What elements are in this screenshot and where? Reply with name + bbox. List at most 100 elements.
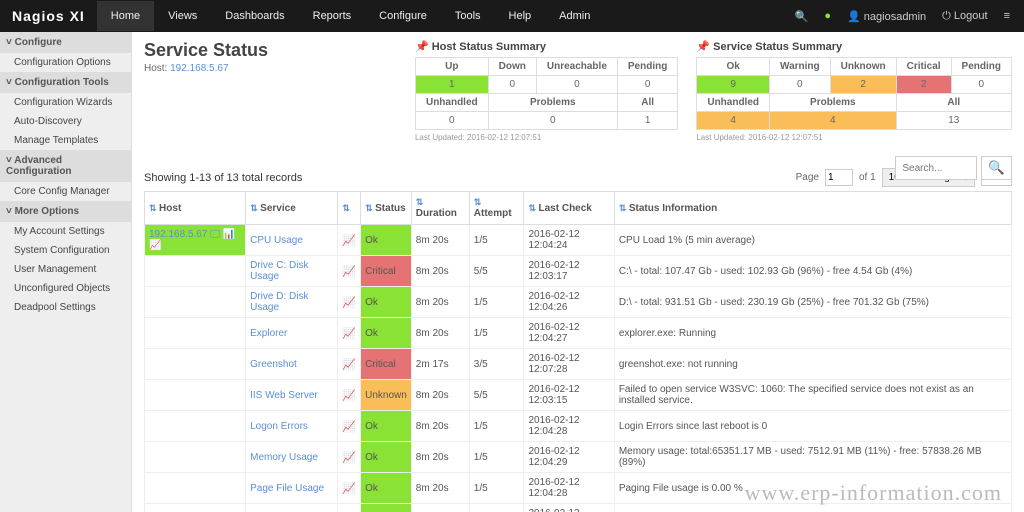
sidebar-head[interactable]: Configure: [0, 32, 131, 53]
service-cell[interactable]: Memory Usage: [246, 442, 338, 473]
service-action-cell[interactable]: 📈: [338, 442, 361, 473]
sidebar-item[interactable]: System Configuration: [0, 241, 131, 260]
service-cell[interactable]: Greenshot: [246, 349, 338, 380]
service-action-cell[interactable]: 📈: [338, 256, 361, 287]
chart-icon: 📈: [342, 359, 356, 371]
status-cell: Ok: [361, 225, 412, 256]
status-cell: Ok: [361, 504, 412, 512]
nav-configure[interactable]: Configure: [365, 1, 441, 31]
service-cell[interactable]: Drive C: Disk Usage: [246, 256, 338, 287]
col-header[interactable]: Attempt: [469, 192, 524, 225]
nav-admin[interactable]: Admin: [545, 1, 604, 31]
host-cell[interactable]: [145, 287, 246, 318]
service-cell[interactable]: Logon Errors: [246, 411, 338, 442]
host-cell[interactable]: [145, 411, 246, 442]
lastcheck-cell: 2016-02-12 12:04:28: [524, 411, 614, 442]
attempt-cell: 1/5: [469, 442, 524, 473]
search-icon[interactable]: 🔍: [795, 10, 809, 23]
page-input[interactable]: [825, 169, 853, 186]
service-action-cell[interactable]: 📈: [338, 349, 361, 380]
search-input[interactable]: [895, 156, 977, 180]
chart-icon: 📈: [342, 452, 356, 464]
sidebar-item[interactable]: Manage Templates: [0, 131, 131, 150]
chart-icon: 📈: [342, 483, 356, 495]
nav-views[interactable]: Views: [154, 1, 211, 31]
host-status-summary: 📌 Host Status Summary UpDownUnreachableP…: [415, 40, 678, 142]
duration-cell: 8m 20s: [411, 318, 469, 349]
host-cell[interactable]: 192.168.5.67 🖵 📊 📈: [145, 225, 246, 256]
info-cell: C:\ - total: 107.47 Gb - used: 102.93 Gb…: [614, 256, 1011, 287]
host-cell[interactable]: [145, 504, 246, 512]
table-row: Explorer📈Ok8m 20s1/52016-02-12 12:04:27e…: [145, 318, 1012, 349]
sidebar-item[interactable]: Configuration Wizards: [0, 93, 131, 112]
sidebar-item[interactable]: My Account Settings: [0, 222, 131, 241]
table-row: IIS Web Server📈Unknown8m 20s5/52016-02-1…: [145, 380, 1012, 411]
host-cell[interactable]: [145, 380, 246, 411]
service-cell[interactable]: Page File Usage: [246, 473, 338, 504]
nav-help[interactable]: Help: [495, 1, 546, 31]
lastcheck-cell: 2016-02-12 12:04:26: [524, 287, 614, 318]
status-cell: Critical: [361, 256, 412, 287]
service-cell[interactable]: IIS Web Server: [246, 380, 338, 411]
col-header[interactable]: Last Check: [524, 192, 614, 225]
nav-dashboards[interactable]: Dashboards: [211, 1, 298, 31]
host-cell[interactable]: [145, 349, 246, 380]
service-action-cell[interactable]: 📈: [338, 225, 361, 256]
col-header[interactable]: Host: [145, 192, 246, 225]
sidebar-item[interactable]: Core Config Manager: [0, 182, 131, 201]
info-cell: explorer.exe: Running: [614, 318, 1011, 349]
sidebar-item[interactable]: Auto-Discovery: [0, 112, 131, 131]
service-action-cell[interactable]: 📈: [338, 287, 361, 318]
logout-link[interactable]: ⏻ Logout: [942, 10, 987, 23]
service-action-cell[interactable]: 📈: [338, 411, 361, 442]
service-cell[interactable]: CPU Usage: [246, 225, 338, 256]
nav-tools[interactable]: Tools: [441, 1, 495, 31]
col-header[interactable]: Duration: [411, 192, 469, 225]
col-header[interactable]: Status: [361, 192, 412, 225]
sidebar-item[interactable]: User Management: [0, 260, 131, 279]
sidebar-item[interactable]: Deadpool Settings: [0, 298, 131, 317]
host-cell[interactable]: [145, 473, 246, 504]
chart-icon: 📈: [342, 266, 356, 278]
sidebar-head[interactable]: More Options: [0, 201, 131, 222]
service-cell[interactable]: Drive D: Disk Usage: [246, 287, 338, 318]
search-button[interactable]: 🔍: [981, 156, 1012, 180]
table-row: Greenshot📈Critical2m 17s3/52016-02-12 12…: [145, 349, 1012, 380]
duration-cell: 8m 20s: [411, 225, 469, 256]
topbar-right: 🔍 ● 👤 nagiosadmin ⏻ Logout ≡: [795, 10, 1024, 23]
service-cell[interactable]: Ping: [246, 504, 338, 512]
host-cell[interactable]: [145, 442, 246, 473]
user-link[interactable]: 👤 nagiosadmin: [847, 10, 926, 23]
service-action-cell[interactable]: 📈: [338, 473, 361, 504]
topbar: Nagios XI HomeViewsDashboardsReportsConf…: [0, 0, 1024, 32]
lastcheck-cell: 2016-02-12 12:04:27: [524, 318, 614, 349]
status-icon[interactable]: ●: [824, 10, 831, 22]
service-action-cell[interactable]: 📈: [338, 504, 361, 512]
logo: Nagios XI: [0, 8, 97, 24]
col-header[interactable]: Service: [246, 192, 338, 225]
host-cell[interactable]: [145, 318, 246, 349]
host-cell[interactable]: [145, 256, 246, 287]
lastcheck-cell: 2016-02-12 12:04:28: [524, 473, 614, 504]
search-box: 🔍: [895, 156, 1012, 180]
sidebar-head[interactable]: Configuration Tools: [0, 72, 131, 93]
menu-icon[interactable]: ≡: [1004, 10, 1010, 22]
col-header[interactable]: Status Information: [614, 192, 1011, 225]
service-cell[interactable]: Explorer: [246, 318, 338, 349]
sidebar-item[interactable]: Unconfigured Objects: [0, 279, 131, 298]
host-link[interactable]: 192.168.5.67: [170, 63, 228, 74]
lastcheck-cell: 2016-02-12 12:07:28: [524, 349, 614, 380]
nav-home[interactable]: Home: [97, 1, 154, 31]
duration-cell: 2m 17s: [411, 349, 469, 380]
sidebar-item[interactable]: Configuration Options: [0, 53, 131, 72]
service-action-cell[interactable]: 📈: [338, 318, 361, 349]
service-action-cell[interactable]: 📈: [338, 380, 361, 411]
nav-reports[interactable]: Reports: [299, 1, 366, 31]
status-cell: Ok: [361, 473, 412, 504]
attempt-cell: 3/5: [469, 349, 524, 380]
chart-icon: 📈: [342, 328, 356, 340]
sidebar-head[interactable]: Advanced Configuration: [0, 150, 131, 182]
status-cell: Ok: [361, 442, 412, 473]
duration-cell: 8m 20s: [411, 380, 469, 411]
lastcheck-cell: 2016-02-12 12:04:24: [524, 225, 614, 256]
